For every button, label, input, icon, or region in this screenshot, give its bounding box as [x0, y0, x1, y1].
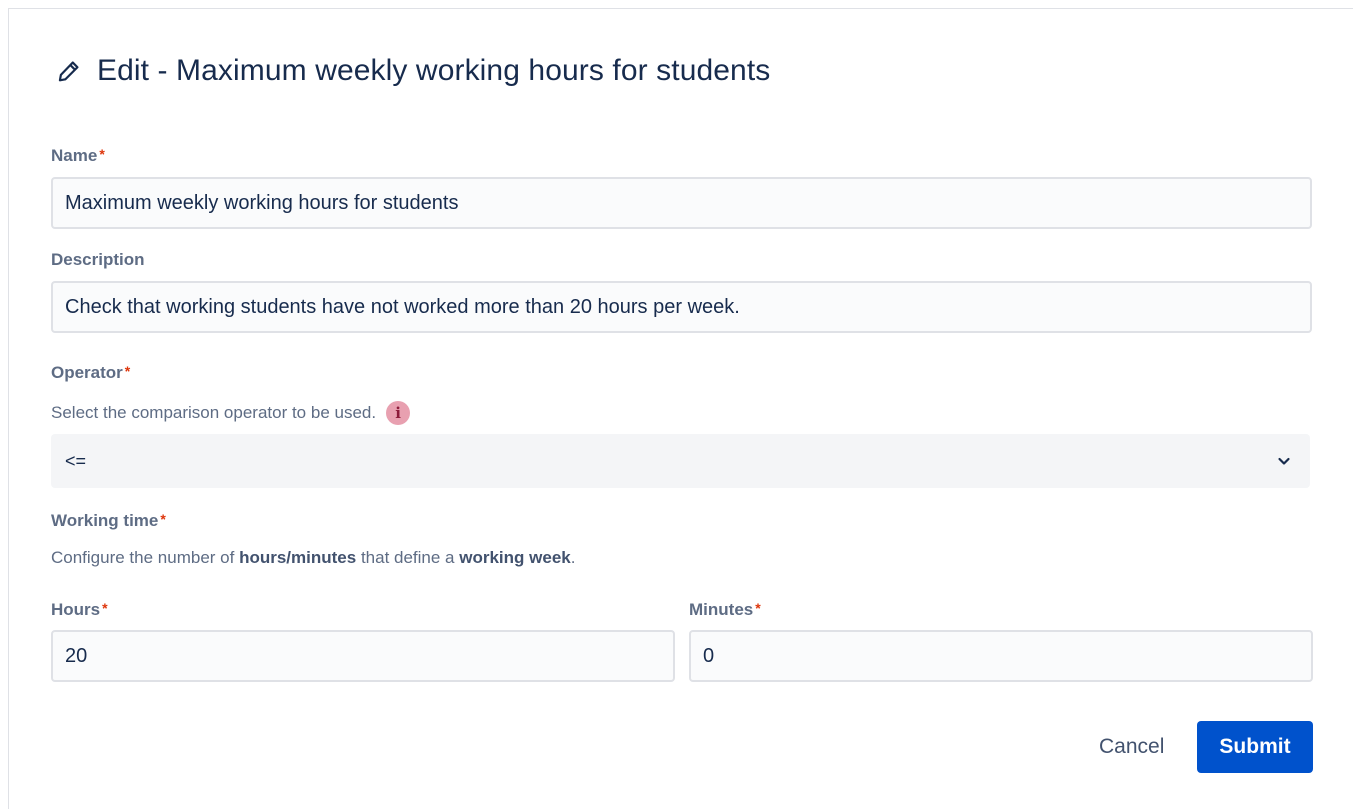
minutes-input[interactable]: 0 [689, 630, 1313, 682]
working-time-label: Working time * [51, 511, 166, 531]
required-mark: * [124, 363, 131, 379]
dialog-header: Edit - Maximum weekly working hours for … [55, 51, 770, 91]
chevron-down-icon [1276, 453, 1292, 469]
working-time-helper: Configure the number of hours/minutes th… [51, 548, 575, 568]
helper-bold-hours-minutes: hours/minutes [239, 548, 357, 567]
required-mark: * [99, 146, 105, 162]
minutes-label-text: Minutes [689, 600, 754, 619]
helper-suffix: . [570, 548, 576, 567]
name-label: Name * [51, 146, 105, 166]
pencil-icon [55, 57, 83, 85]
hours-input[interactable]: 20 [51, 630, 675, 682]
submit-button[interactable]: Submit [1197, 721, 1313, 773]
operator-label: Operator * [51, 363, 130, 383]
helper-bold-working-week: working week [459, 548, 571, 567]
required-mark: * [755, 600, 761, 616]
operator-helper: Select the comparison operator to be use… [51, 399, 411, 427]
required-mark: * [160, 511, 166, 527]
name-input-value: Maximum weekly working hours for student… [65, 191, 459, 214]
page-title: Edit - Maximum weekly working hours for … [97, 54, 771, 87]
hours-label: Hours * [51, 600, 108, 620]
description-label: Description [51, 250, 145, 270]
minutes-label: Minutes * [689, 600, 761, 620]
hours-label-text: Hours [51, 600, 101, 619]
operator-helper-text: Select the comparison operator to be use… [51, 403, 377, 422]
info-icon[interactable]: i [386, 401, 411, 425]
name-input[interactable]: Maximum weekly working hours for student… [51, 177, 1312, 229]
minutes-input-value: 0 [703, 644, 715, 667]
helper-middle: that define a [360, 548, 455, 567]
name-label-text: Name [51, 146, 98, 165]
description-label-text: Description [51, 250, 145, 269]
description-input-value: Check that working students have not wor… [65, 295, 740, 318]
hours-input-value: 20 [65, 644, 88, 667]
helper-prefix: Configure the number of [51, 548, 235, 567]
operator-label-text: Operator [51, 363, 123, 382]
operator-select[interactable]: <= [51, 434, 1310, 488]
description-input[interactable]: Check that working students have not wor… [51, 281, 1312, 333]
operator-selected-value: <= [65, 450, 87, 471]
working-time-label-text: Working time [51, 511, 159, 530]
cancel-button[interactable]: Cancel [1087, 721, 1176, 773]
edit-dialog: Edit - Maximum weekly working hours for … [8, 8, 1353, 809]
required-mark: * [102, 600, 108, 616]
